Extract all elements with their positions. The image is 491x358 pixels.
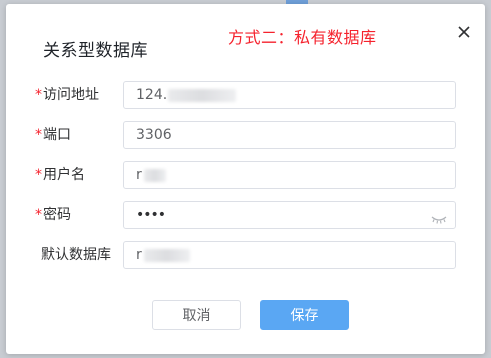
database-config-dialog: 关系型数据库 方式二：私有数据库 *访问地址 124. *端口 3306 *用户…	[6, 4, 485, 354]
port-row: *端口 3306	[6, 121, 485, 149]
required-mark: *	[35, 87, 42, 103]
default-db-label: 默认数据库	[41, 247, 111, 263]
address-input[interactable]: 124.	[123, 81, 456, 109]
dialog-title: 关系型数据库	[43, 41, 148, 61]
default-db-row: 默认数据库 r	[6, 241, 485, 269]
redacted-blur	[144, 169, 166, 182]
password-row: *密码 ••••	[6, 201, 485, 229]
port-value: 3306	[136, 127, 172, 143]
username-input[interactable]: r	[123, 161, 456, 189]
port-label: *端口	[35, 127, 71, 143]
password-value: ••••	[136, 207, 166, 223]
password-label: *密码	[35, 207, 71, 223]
redacted-blur	[168, 89, 236, 102]
default-db-input[interactable]: r	[123, 241, 456, 269]
address-value: 124.	[136, 87, 168, 103]
eye-hidden-icon[interactable]	[431, 210, 447, 224]
username-row: *用户名 r	[6, 161, 485, 189]
cancel-button[interactable]: 取消	[152, 300, 241, 330]
required-mark: *	[35, 207, 42, 223]
address-row: *访问地址 124.	[6, 81, 485, 109]
required-mark: *	[35, 127, 42, 143]
address-label: *访问地址	[35, 87, 99, 103]
port-input[interactable]: 3306	[123, 121, 456, 149]
required-mark: *	[35, 167, 42, 183]
password-input[interactable]: ••••	[123, 201, 456, 229]
default-db-value: r	[136, 247, 142, 263]
dialog-note: 方式二：私有数据库	[228, 28, 377, 47]
redacted-blur	[144, 249, 190, 262]
save-button[interactable]: 保存	[260, 300, 349, 330]
username-label: *用户名	[35, 167, 85, 183]
close-icon[interactable]	[456, 24, 472, 40]
username-value: r	[136, 167, 142, 183]
